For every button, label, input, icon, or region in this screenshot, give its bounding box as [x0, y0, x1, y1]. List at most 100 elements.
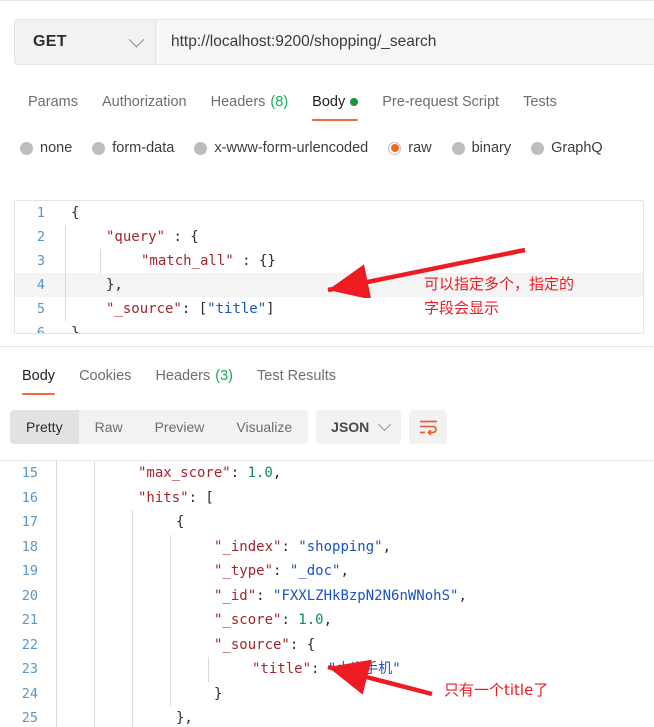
token-punc: , [382, 538, 392, 555]
response-tab-body[interactable]: Body [10, 356, 67, 396]
code-line: 15 "max_score": 1.0, [0, 461, 654, 486]
tab-tests[interactable]: Tests [511, 82, 569, 122]
code-text: }, [52, 706, 654, 727]
token-punc: : { [289, 636, 316, 653]
token-key: "_score" [214, 612, 282, 628]
indent-guide [94, 706, 95, 727]
token-key: "max_score" [138, 465, 231, 481]
code-tokens: }, [176, 710, 193, 726]
code-line: 23 "title": "小米手机" [0, 657, 654, 682]
radio-button-icon[interactable] [388, 141, 402, 155]
postman-window: GET http://localhost:9200/shopping/_sear… [0, 0, 654, 727]
radio-button-icon[interactable] [20, 141, 33, 155]
panel-divider [0, 346, 654, 347]
body-present-dot-icon [350, 98, 359, 106]
token-punc: { [176, 514, 185, 530]
token-punc: : {} [233, 253, 276, 269]
tab-pre-request-script[interactable]: Pre-request Script [370, 82, 511, 122]
code-text: "_index": "shopping", [52, 534, 654, 559]
indent-guide [170, 583, 171, 608]
body-type-label: GraphQ [551, 140, 603, 156]
radio-button-icon[interactable] [531, 141, 545, 155]
line-number: 24 [21, 685, 38, 702]
indent-guide [94, 657, 95, 682]
indent-guide [56, 608, 57, 633]
tab-params[interactable]: Params [16, 82, 90, 122]
tab-label: Tests [523, 94, 557, 110]
tab-count-badge: (8) [270, 94, 289, 110]
response-tab-test-results[interactable]: Test Results [245, 356, 348, 396]
line-number: 17 [21, 514, 38, 530]
token-str: "小米手机" [327, 661, 401, 677]
indent-guide [94, 510, 95, 535]
indent-guide [56, 681, 57, 706]
response-tab-headers[interactable]: Headers (3) [143, 356, 245, 396]
indent-guide [56, 534, 57, 559]
indent-guide [56, 485, 57, 510]
code-tokens: "_type": "_doc", [214, 563, 349, 579]
response-format-select[interactable]: JSON [316, 410, 402, 444]
code-tokens: "_index": "shopping", [214, 539, 391, 555]
http-method-select[interactable]: GET [15, 20, 156, 64]
code-text: "title": "小米手机" [52, 657, 654, 682]
tab-authorization[interactable]: Authorization [90, 82, 199, 122]
tab-label: Headers [155, 368, 211, 384]
body-type-radio-group: none form-data x-www-form-urlencoded raw bin… [0, 128, 654, 168]
response-annotation-text: 只有一个title了 [444, 681, 549, 699]
token-str: "FXXLZHkBzpN2N6nWNohS" [273, 587, 459, 604]
body-type-graphq[interactable]: GraphQ [531, 140, 603, 156]
chevron-down-icon [128, 31, 145, 47]
body-type-none[interactable]: none [20, 140, 72, 156]
url-bar-section: GET http://localhost:9200/shopping/_sear… [0, 0, 654, 82]
code-tokens: } [214, 686, 222, 702]
token-punc: : [230, 465, 248, 481]
line-number: 19 [21, 563, 38, 579]
indent-guide [100, 249, 101, 273]
tab-label: Authorization [101, 94, 187, 110]
code-text: "_type": "_doc", [52, 559, 654, 584]
line-number: 20 [21, 587, 38, 604]
tab-headers[interactable]: Headers (8) [199, 82, 301, 122]
response-tab-cookies[interactable]: Cookies [67, 356, 143, 396]
token-key: "query" [106, 229, 166, 245]
chevron-down-icon [378, 417, 392, 431]
body-type-binary[interactable]: binary [451, 140, 511, 156]
indent-guide [132, 510, 133, 535]
code-line: 3 "match_all" : {} [15, 249, 643, 273]
radio-button-icon[interactable] [451, 141, 465, 155]
tab-body[interactable]: Body [300, 82, 370, 122]
line-number: 16 [21, 489, 38, 506]
radio-button-icon[interactable] [92, 141, 106, 155]
indent-guide [132, 632, 133, 657]
view-mode-pretty[interactable]: Pretty [10, 410, 79, 444]
body-type-label: form-data [112, 140, 175, 156]
indent-guide [94, 632, 95, 657]
line-number: 22 [21, 636, 38, 653]
radio-button-icon[interactable] [194, 141, 208, 155]
code-tokens: { [71, 205, 79, 221]
indent-guide [94, 461, 95, 486]
http-method-label: GET [33, 33, 67, 50]
indent-guide [94, 681, 95, 706]
body-type-raw[interactable]: raw [388, 140, 432, 156]
code-line: 18 "_index": "shopping", [0, 534, 654, 559]
token-punc: : [ [181, 301, 208, 317]
body-type-form-data[interactable]: form-data [92, 140, 174, 156]
url-input[interactable]: http://localhost:9200/shopping/_search [156, 20, 654, 64]
body-type-label: raw [408, 140, 432, 156]
response-body-editor[interactable]: 15 "max_score": 1.0, 16 "hits": [ 17 {18 "_ind… [0, 460, 654, 727]
code-tokens: "hits": [ [138, 490, 214, 506]
line-number: 2 [36, 229, 45, 245]
view-mode-visualize[interactable]: Visualize [220, 410, 308, 444]
indent-guide [56, 632, 57, 657]
wrap-text-button[interactable] [409, 410, 448, 444]
code-line: 16 "hits": [ [0, 485, 654, 510]
body-type-x-www-form-urlencoded[interactable]: x-www-form-urlencoded [194, 140, 368, 156]
code-tokens: }, [106, 277, 123, 293]
view-mode-raw[interactable]: Raw [79, 410, 139, 444]
token-key: "match_all" [141, 253, 234, 269]
code-text: "_id": "FXXLZHkBzpN2N6nWNohS", [52, 583, 654, 608]
view-mode-preview[interactable]: Preview [139, 410, 221, 444]
indent-guide [170, 632, 171, 657]
token-key: "_source" [106, 301, 182, 317]
